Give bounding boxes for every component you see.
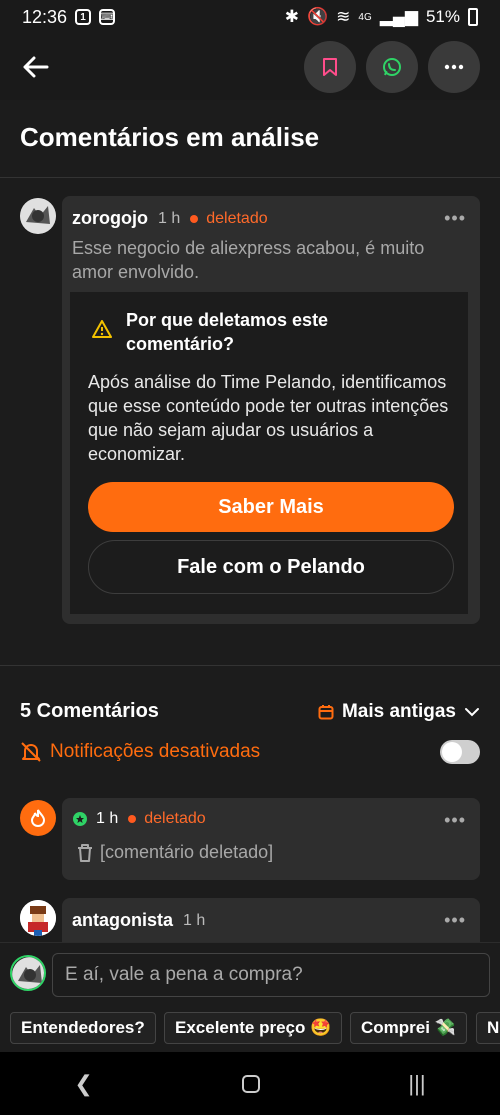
deleted-comment-text: [comentário deletado]	[100, 842, 274, 862]
system-nav-bar: ❮ |||	[0, 1052, 500, 1115]
bookmark-button[interactable]	[304, 41, 356, 93]
whatsapp-icon	[383, 58, 401, 76]
battery-icon	[468, 8, 478, 26]
mute-icon: 🔇	[307, 7, 329, 26]
signal-icon: ▂▄▆	[379, 7, 418, 26]
calendar-icon	[318, 704, 334, 719]
voicemail-icon: ⌨	[99, 9, 116, 25]
sort-dropdown[interactable]: Mais antigas	[318, 701, 480, 723]
quick-replies: Entendedores? Excelente preço 🤩 Comprei …	[0, 1002, 500, 1052]
bluetooth-icon: ✱	[284, 7, 299, 26]
learn-more-button[interactable]: Saber Mais	[88, 482, 454, 532]
notification-count-icon: 1	[75, 9, 92, 25]
comment-username[interactable]: zorogojo	[72, 208, 148, 229]
comment-composer: E aí, vale a pena a compra?	[0, 942, 500, 1000]
notifications-row: Notificações desativadas	[20, 740, 480, 764]
comment-status: deletado	[206, 209, 268, 227]
comment-username[interactable]: antagonista	[72, 910, 173, 931]
comment-card: antagonista 1 h •••	[62, 898, 480, 942]
bookmark-icon	[323, 58, 337, 76]
trash-icon	[78, 843, 92, 862]
verified-icon	[73, 812, 87, 826]
avatar	[10, 955, 46, 991]
warning-icon	[92, 320, 112, 338]
quick-reply-chip[interactable]: Excelente preço 🤩	[164, 1012, 343, 1044]
title-section: Comentários em análise	[0, 100, 500, 178]
comment-status: deletado	[144, 810, 206, 827]
notifications-toggle[interactable]	[440, 740, 480, 764]
flame-icon	[30, 809, 46, 828]
bell-off-icon	[21, 742, 41, 762]
nav-back-icon[interactable]: ❮	[74, 1071, 92, 1097]
comment-time: 1 h	[157, 209, 181, 227]
comment-more-icon[interactable]: •••	[444, 810, 466, 831]
chevron-down-icon	[465, 707, 479, 716]
notifications-label: Notificações desativadas	[50, 741, 261, 762]
wifi-icon: ≋	[336, 7, 351, 26]
status-bar: 12:36 1 ⌨ ✱ 🔇 ≋ 4G ▂▄▆ 51%	[0, 0, 500, 34]
more-horizontal-icon	[444, 64, 464, 70]
comment-text: Esse negocio de aliexpress acabou, é mui…	[72, 238, 425, 282]
whatsapp-share-button[interactable]	[366, 41, 418, 93]
quick-reply-chip[interactable]: Entendedores?	[10, 1012, 156, 1044]
comment-time: 1 h	[96, 810, 119, 827]
deletion-reason-title: Por que deletamos este comentário?	[126, 310, 329, 354]
deletion-reason-text: Após análise do Time Pelando, identifica…	[88, 372, 449, 464]
more-options-button[interactable]	[428, 41, 480, 93]
avatar[interactable]	[20, 800, 56, 836]
sort-label: Mais antigas	[341, 700, 456, 722]
page-title: Comentários em análise	[20, 122, 320, 152]
back-arrow-icon[interactable]	[20, 51, 52, 83]
avatar[interactable]	[20, 198, 56, 234]
network-type: 4G	[358, 11, 372, 23]
comment-card: zorogojo 1 h deletado ••• Esse negocio d…	[62, 196, 480, 624]
deletion-reason-box: Por que deletamos este comentário? Após …	[70, 292, 468, 614]
contact-pelando-button[interactable]: Fale com o Pelando	[88, 540, 454, 594]
comment-input[interactable]: E aí, vale a pena a compra?	[52, 953, 490, 997]
nav-home-icon[interactable]	[241, 1074, 260, 1093]
quick-reply-chip[interactable]: Comprei 💸	[350, 1012, 467, 1044]
battery-level: 51%	[425, 7, 460, 26]
comments-count: 5 Comentários	[20, 700, 159, 722]
comment-time: 1 h	[183, 911, 206, 929]
comment-more-icon[interactable]: •••	[444, 208, 466, 229]
comment-more-icon[interactable]: •••	[444, 910, 466, 931]
review-section: zorogojo 1 h deletado ••• Esse negocio d…	[0, 178, 500, 666]
app-bar	[0, 34, 500, 100]
status-dot	[128, 815, 137, 823]
comments-header: 5 Comentários Mais antigas	[20, 700, 480, 723]
avatar[interactable]	[20, 900, 56, 936]
quick-reply-chip[interactable]: N	[476, 1012, 500, 1044]
comment-card: 1 h deletado ••• [comentário deletado]	[62, 798, 480, 880]
status-time: 12:36	[22, 6, 68, 27]
nav-recents-icon[interactable]: |||	[408, 1071, 425, 1097]
status-dot	[190, 214, 199, 223]
